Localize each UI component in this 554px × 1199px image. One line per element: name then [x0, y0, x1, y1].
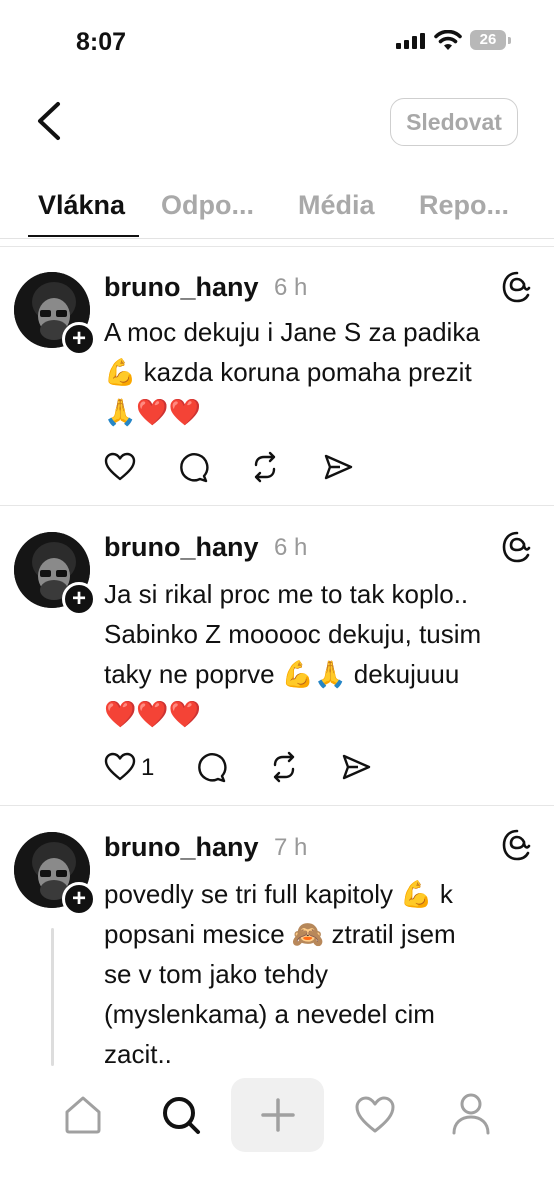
tab-threads[interactable]: Vlákna	[38, 190, 125, 221]
post-text-line: 💪 kazda koruna pomaha prezit	[104, 357, 472, 387]
create-button[interactable]	[231, 1078, 324, 1152]
post-text-line: povedly se tri full kapitoly 💪 k	[104, 879, 453, 909]
post-username[interactable]: bruno_hany	[104, 532, 259, 563]
status-time: 8:07	[76, 28, 127, 56]
cellular-signal-icon	[396, 33, 425, 49]
active-tab-indicator	[28, 235, 139, 237]
post-text-line: taky ne poprve 💪🙏 dekujuuu	[104, 659, 460, 689]
post-text-line: (myslenkama) a nevedel cim	[104, 999, 435, 1029]
post-divider	[0, 805, 554, 806]
follow-plus-badge[interactable]: +	[62, 322, 96, 356]
like-count[interactable]: 1	[141, 754, 154, 782]
follow-plus-badge[interactable]: +	[62, 882, 96, 916]
post-time: 6 h	[274, 274, 308, 301]
bottom-navigation	[0, 1072, 554, 1199]
comment-icon[interactable]	[195, 751, 227, 783]
post-text-line: Sabinko Z mooooc dekuju, tusim	[104, 619, 482, 649]
profile-icon[interactable]	[450, 1092, 492, 1136]
post-time: 7 h	[274, 834, 308, 861]
heart-icon[interactable]	[104, 751, 136, 783]
post-time: 6 h	[274, 534, 308, 561]
post-divider	[0, 246, 554, 247]
post-text-line: se v tom jako tehdy	[104, 959, 328, 989]
post-text: Ja si rikal proc me to tak koplo.. Sabin…	[104, 574, 534, 734]
thread-connector-line	[51, 928, 54, 1066]
search-icon[interactable]	[160, 1094, 202, 1136]
post-text-line: ❤️❤️❤️	[104, 699, 202, 729]
plus-icon	[261, 1098, 295, 1132]
back-chevron-icon[interactable]	[34, 100, 64, 142]
repost-icon[interactable]	[249, 451, 281, 483]
profile-tabs: Vlákna Odpo... Média Repo...	[0, 180, 554, 239]
send-icon[interactable]	[340, 751, 372, 783]
follow-plus-badge[interactable]: +	[62, 582, 96, 616]
post-username[interactable]: bruno_hany	[104, 272, 259, 303]
comment-icon[interactable]	[177, 451, 209, 483]
follow-button[interactable]: Sledovat	[390, 98, 518, 146]
post-text-line: 🙏❤️❤️	[104, 397, 202, 427]
tab-reposts[interactable]: Repo...	[419, 190, 509, 221]
wifi-icon	[434, 30, 462, 50]
post-text-line: zacit..	[104, 1039, 172, 1069]
activity-heart-icon[interactable]	[354, 1094, 396, 1136]
send-icon[interactable]	[322, 451, 354, 483]
threads-logo-icon[interactable]	[500, 828, 534, 862]
threads-logo-icon[interactable]	[500, 270, 534, 304]
tab-media[interactable]: Média	[298, 190, 375, 221]
battery-nub	[508, 37, 511, 44]
post-text-line: A moc dekuju i Jane S za padika	[104, 317, 480, 347]
post-text-line: Ja si rikal proc me to tak koplo..	[104, 579, 469, 609]
post-text: A moc dekuju i Jane S za padika 💪 kazda …	[104, 312, 534, 432]
heart-icon[interactable]	[104, 451, 136, 483]
battery-indicator: 26	[470, 30, 506, 50]
tab-replies[interactable]: Odpo...	[161, 190, 254, 221]
post-text: povedly se tri full kapitoly 💪 k popsani…	[104, 874, 534, 1074]
post-text-line: popsani mesice 🙈 ztratil jsem	[104, 919, 456, 949]
status-bar: 8:07 26	[0, 0, 554, 80]
repost-icon[interactable]	[268, 751, 300, 783]
post-divider	[0, 505, 554, 506]
threads-logo-icon[interactable]	[500, 530, 534, 564]
home-icon[interactable]	[62, 1094, 104, 1136]
post-username[interactable]: bruno_hany	[104, 832, 259, 863]
